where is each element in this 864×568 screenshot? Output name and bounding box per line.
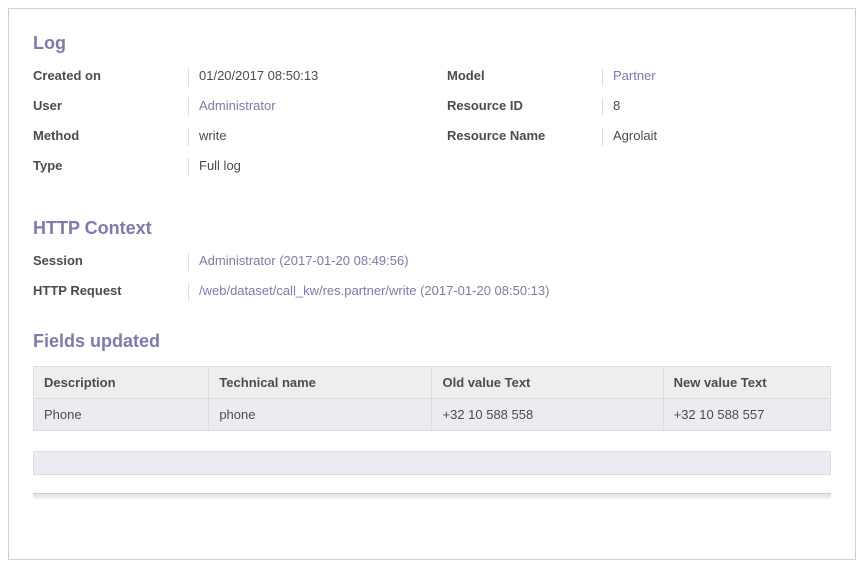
- resource-name-label: Resource Name: [447, 128, 602, 143]
- type-value: Full log: [188, 158, 417, 176]
- field-user: User Administrator: [33, 98, 417, 116]
- resource-id-value: 8: [602, 98, 831, 116]
- col-old: Old value Text: [432, 367, 663, 399]
- field-type: Type Full log: [33, 158, 417, 176]
- cell-description: Phone: [34, 399, 209, 431]
- user-label: User: [33, 98, 188, 113]
- method-value: write: [188, 128, 417, 146]
- http-request-link[interactable]: /web/dataset/call_kw/res.partner/write (…: [188, 283, 831, 301]
- log-section: Log Created on 01/20/2017 08:50:13 User …: [33, 33, 831, 188]
- col-technical: Technical name: [209, 367, 432, 399]
- col-description: Description: [34, 367, 209, 399]
- cell-old: +32 10 588 558: [432, 399, 663, 431]
- created-on-label: Created on: [33, 68, 188, 83]
- model-link[interactable]: Partner: [602, 68, 831, 86]
- http-section: HTTP Context Session Administrator (2017…: [33, 218, 831, 301]
- field-created-on: Created on 01/20/2017 08:50:13: [33, 68, 417, 86]
- field-resource-id: Resource ID 8: [447, 98, 831, 116]
- model-label: Model: [447, 68, 602, 83]
- empty-list-bar: [33, 451, 831, 475]
- field-http-request: HTTP Request /web/dataset/call_kw/res.pa…: [33, 283, 831, 301]
- created-on-value: 01/20/2017 08:50:13: [188, 68, 417, 86]
- field-method: Method write: [33, 128, 417, 146]
- session-link[interactable]: Administrator (2017-01-20 08:49:56): [188, 253, 831, 271]
- session-label: Session: [33, 253, 188, 268]
- fields-updated-title: Fields updated: [33, 331, 831, 352]
- col-new: New value Text: [663, 367, 830, 399]
- fields-updated-section: Fields updated Description Technical nam…: [33, 331, 831, 499]
- field-resource-name: Resource Name Agrolait: [447, 128, 831, 146]
- resource-id-label: Resource ID: [447, 98, 602, 113]
- method-label: Method: [33, 128, 188, 143]
- cell-new: +32 10 588 557: [663, 399, 830, 431]
- log-title: Log: [33, 33, 831, 54]
- resource-name-value: Agrolait: [602, 128, 831, 146]
- http-title: HTTP Context: [33, 218, 831, 239]
- field-session: Session Administrator (2017-01-20 08:49:…: [33, 253, 831, 271]
- field-model: Model Partner: [447, 68, 831, 86]
- http-request-label: HTTP Request: [33, 283, 188, 298]
- bottom-divider: [33, 493, 831, 499]
- form-sheet: Log Created on 01/20/2017 08:50:13 User …: [8, 8, 856, 560]
- fields-updated-table: Description Technical name Old value Tex…: [33, 366, 831, 431]
- table-row[interactable]: Phonephone+32 10 588 558+32 10 588 557: [34, 399, 831, 431]
- user-link[interactable]: Administrator: [188, 98, 417, 116]
- type-label: Type: [33, 158, 188, 173]
- cell-technical: phone: [209, 399, 432, 431]
